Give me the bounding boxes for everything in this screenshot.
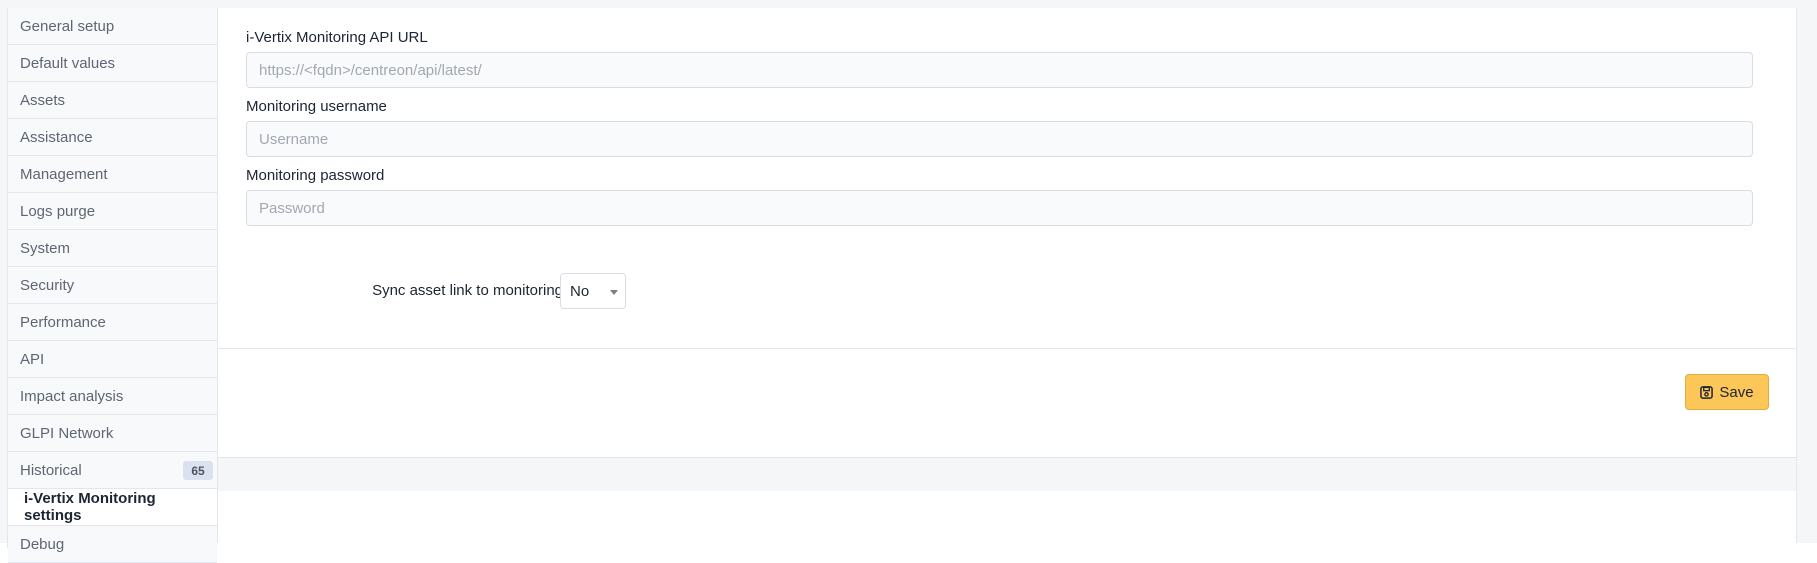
sidebar-item-glpi-network[interactable]: GLPI Network — [8, 415, 217, 452]
sidebar-item-label: Default values — [20, 54, 116, 72]
save-button-label: Save — [1719, 383, 1754, 401]
username-label: Monitoring username — [246, 98, 387, 115]
settings-form: i-Vertix Monitoring API URL Monitoring u… — [218, 8, 1796, 348]
sidebar-item-historical[interactable]: Historical 65 — [8, 452, 217, 489]
sidebar-item-label: General setup — [20, 17, 115, 35]
sidebar-item-default-values[interactable]: Default values — [8, 45, 217, 82]
monitoring-settings-panel: i-Vertix Monitoring API URL Monitoring u… — [217, 8, 1797, 543]
sidebar-item-management[interactable]: Management — [8, 156, 217, 193]
api-url-label: i-Vertix Monitoring API URL — [246, 29, 428, 46]
panel-bottom-strip — [218, 458, 1796, 491]
sidebar-item-label: Assets — [20, 91, 66, 109]
sidebar-item-logs-purge[interactable]: Logs purge — [8, 193, 217, 230]
sync-selected-value: No — [570, 282, 590, 300]
api-url-input[interactable] — [246, 52, 1753, 88]
save-button[interactable]: Save — [1685, 374, 1769, 410]
sidebar-item-label: Performance — [20, 313, 106, 331]
sidebar-item-label: API — [20, 350, 45, 368]
historical-count-badge: 65 — [183, 461, 213, 480]
save-icon — [1700, 385, 1714, 399]
sidebar-item-label: Assistance — [20, 128, 93, 146]
password-input[interactable] — [246, 190, 1753, 226]
sidebar-item-label: Logs purge — [20, 202, 96, 220]
password-label: Monitoring password — [246, 167, 385, 184]
sidebar-item-label: Management — [20, 165, 108, 183]
sidebar-item-label: System — [20, 239, 71, 257]
sidebar-item-general-setup[interactable]: General setup — [8, 8, 217, 45]
sidebar-item-label: Debug — [20, 535, 65, 553]
sidebar-item-ivertix-monitoring-settings[interactable]: i-Vertix Monitoring settings — [8, 489, 217, 526]
sidebar-item-label: Impact analysis — [20, 387, 124, 405]
username-input[interactable] — [246, 121, 1753, 157]
sidebar-item-debug[interactable]: Debug — [8, 526, 217, 563]
sidebar-item-label: i-Vertix Monitoring settings — [24, 490, 156, 524]
sync-asset-link-label: Sync asset link to monitoring — [372, 282, 563, 299]
sidebar-item-assistance[interactable]: Assistance — [8, 119, 217, 156]
chevron-down-icon — [610, 290, 618, 295]
sidebar-item-api[interactable]: API — [8, 341, 217, 378]
sync-asset-link-select[interactable]: No — [560, 273, 626, 309]
form-footer: Save — [218, 349, 1796, 457]
sidebar-item-system[interactable]: System — [8, 230, 217, 267]
settings-sidebar: General setup Default values Assets Assi… — [7, 8, 217, 563]
page: General setup Default values Assets Assi… — [0, 0, 1817, 563]
sidebar-item-label: Security — [20, 276, 75, 294]
sidebar-item-impact-analysis[interactable]: Impact analysis — [8, 378, 217, 415]
sidebar-item-security[interactable]: Security — [8, 267, 217, 304]
sidebar-item-assets[interactable]: Assets — [8, 82, 217, 119]
sidebar-item-label: Historical — [20, 461, 82, 479]
sidebar-item-performance[interactable]: Performance — [8, 304, 217, 341]
sidebar-item-label: GLPI Network — [20, 424, 114, 442]
